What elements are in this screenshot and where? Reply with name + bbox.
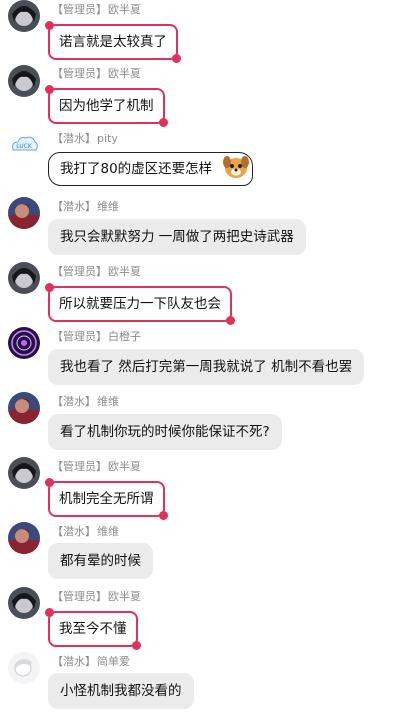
user-avatar[interactable] [8, 0, 40, 32]
user-role: 【潜水】 [52, 200, 96, 213]
message-bubble: 所以就要压力一下队友也会 [45, 283, 235, 325]
user-avatar[interactable] [8, 327, 40, 359]
message-bubble: 小怪机制我都没看的 [48, 673, 194, 709]
user-role: 【管理员】 [52, 460, 107, 473]
message-bubble: 我打了80的虚区还要怎样 [48, 152, 254, 186]
user-avatar[interactable]: LUCK [8, 130, 40, 162]
user-name[interactable]: 欧半夏 [108, 3, 141, 16]
user-avatar[interactable] [8, 587, 40, 619]
user-role: 【管理员】 [52, 67, 107, 80]
user-role: 【管理员】 [52, 590, 107, 603]
message-meta: 【潜水】简单爱 [52, 655, 130, 669]
user-name[interactable]: 维维 [97, 395, 119, 408]
message-meta: 【管理员】欧半夏 [52, 3, 141, 17]
message-meta: 【潜水】维维 [52, 525, 119, 539]
user-avatar[interactable] [8, 392, 40, 424]
dog-sticker-icon [222, 154, 250, 185]
user-name[interactable]: 维维 [97, 525, 119, 538]
user-role: 【潜水】 [52, 525, 96, 538]
user-name[interactable]: pity [97, 132, 118, 145]
user-role: 【管理员】 [52, 265, 107, 278]
message-bubble: 看了机制你玩的时候你能保证不死? [48, 414, 282, 450]
user-avatar[interactable] [8, 522, 40, 554]
user-avatar[interactable] [8, 197, 40, 229]
user-avatar[interactable] [8, 262, 40, 294]
user-name[interactable]: 欧半夏 [108, 67, 141, 80]
user-name[interactable]: 白橙子 [108, 330, 141, 343]
message-bubble: 我至今不懂 [45, 608, 140, 650]
user-name[interactable]: 欧半夏 [108, 265, 141, 278]
message-meta: 【潜水】pity [52, 132, 118, 146]
message-meta: 【潜水】维维 [52, 395, 119, 409]
user-avatar[interactable] [8, 65, 40, 97]
message-bubble: 因为他学了机制 [45, 85, 167, 127]
message-bubble: 诺言就是太较真了 [45, 21, 181, 63]
user-name[interactable]: 欧半夏 [108, 590, 141, 603]
message-meta: 【管理员】欧半夏 [52, 67, 141, 81]
user-role: 【潜水】 [52, 132, 96, 145]
user-role: 【管理员】 [52, 330, 107, 343]
message-meta: 【管理员】欧半夏 [52, 460, 141, 474]
user-name[interactable]: 维维 [97, 200, 119, 213]
message-bubble: 我只会默默努力 一周做了两把史诗武器 [48, 219, 306, 255]
user-avatar[interactable] [8, 457, 40, 489]
user-name[interactable]: 简单爱 [97, 655, 130, 668]
message-meta: 【潜水】维维 [52, 200, 119, 214]
message-meta: 【管理员】欧半夏 [52, 265, 141, 279]
user-role: 【潜水】 [52, 655, 96, 668]
message-bubble: 都有晕的时候 [48, 543, 153, 579]
user-role: 【潜水】 [52, 395, 96, 408]
user-name[interactable]: 欧半夏 [108, 460, 141, 473]
user-role: 【管理员】 [52, 3, 107, 16]
message-meta: 【管理员】白橙子 [52, 330, 141, 344]
user-avatar[interactable] [8, 652, 40, 684]
message-bubble: 机制完全无所谓 [45, 478, 167, 520]
message-bubble: 我也看了 然后打完第一周我就说了 机制不看也罢 [48, 349, 365, 385]
svg-text:LUCK: LUCK [16, 143, 33, 150]
message-text: 我打了80的虚区还要怎样 [60, 161, 213, 177]
message-meta: 【管理员】欧半夏 [52, 590, 141, 604]
